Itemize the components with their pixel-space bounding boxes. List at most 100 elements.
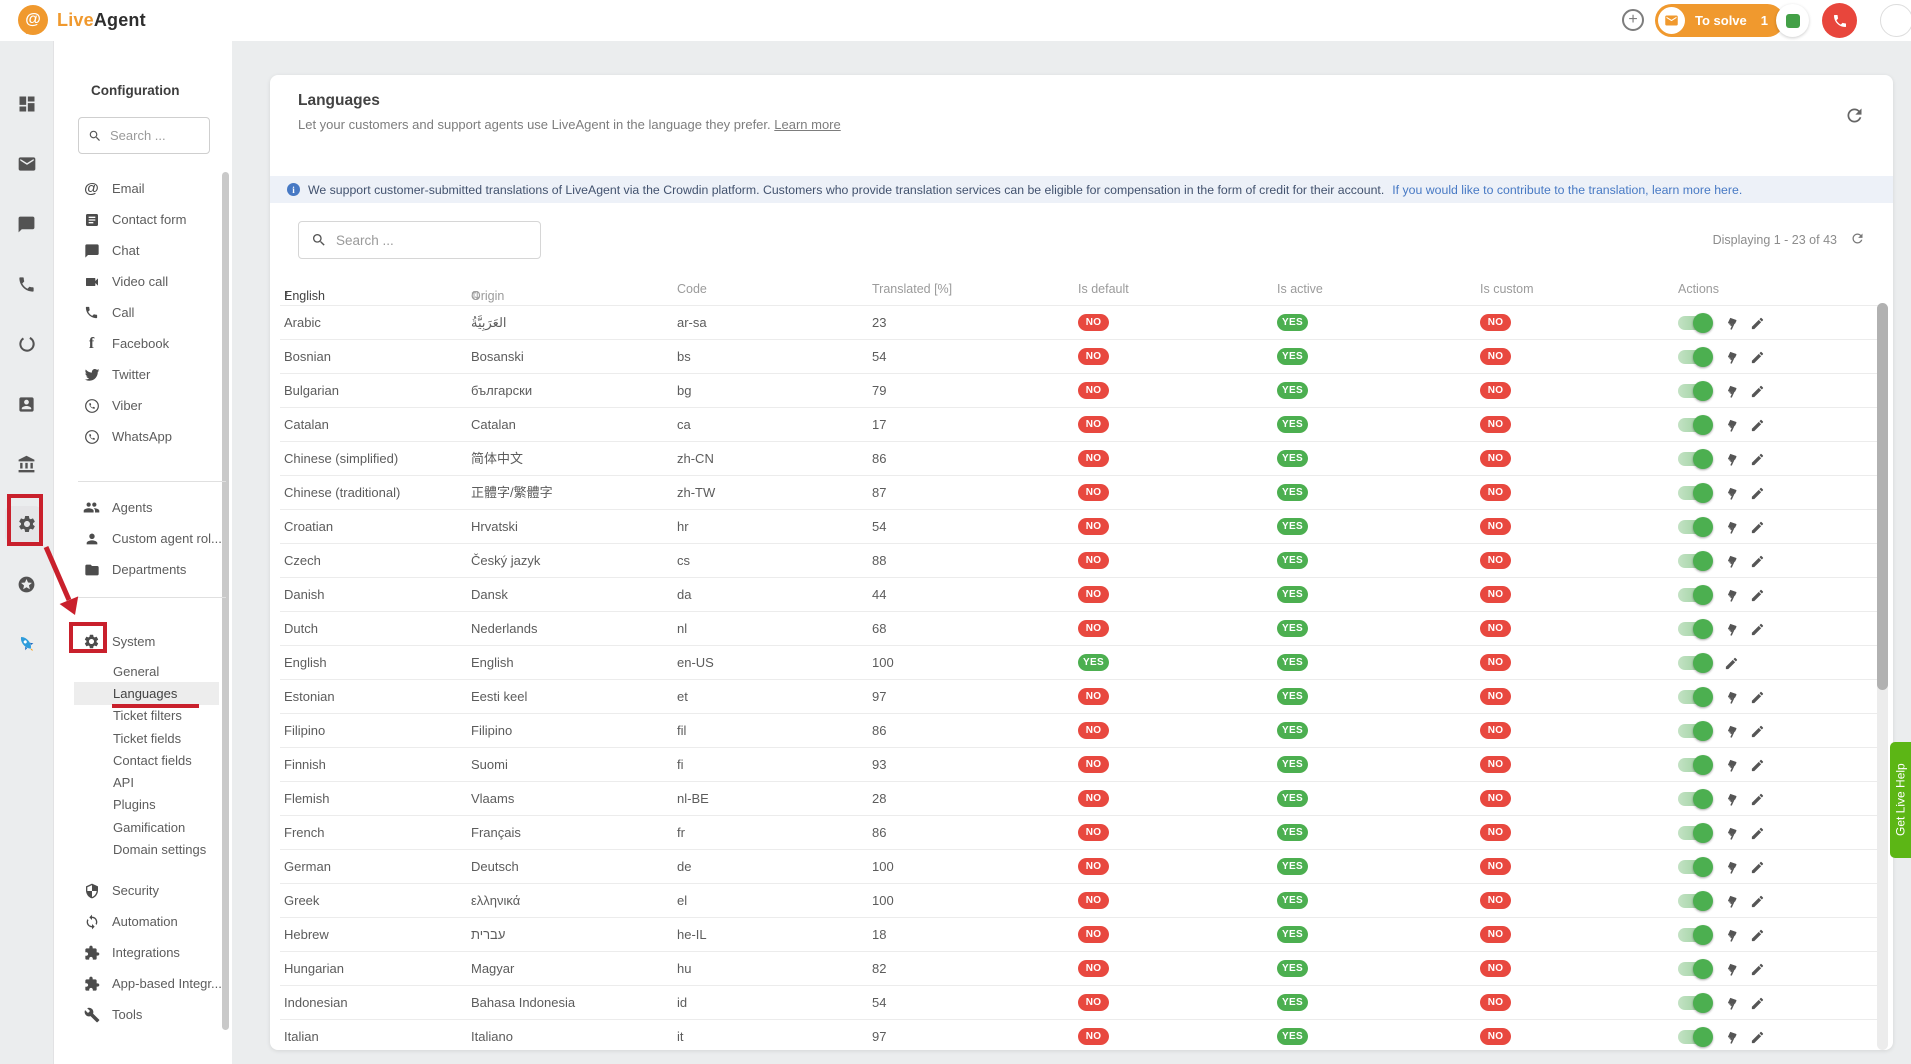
set-default-icon[interactable]: ☛ [1721,586,1740,605]
sidebar-item-contact-form[interactable]: Contact form [54,204,224,235]
chat-status-button[interactable] [1776,4,1809,37]
sidebar-item-twitter[interactable]: Twitter [54,359,224,390]
set-default-icon[interactable]: ☛ [1721,314,1740,333]
learn-more-link[interactable]: Learn more [774,117,840,132]
set-default-icon[interactable]: ☛ [1721,892,1740,911]
active-toggle[interactable] [1678,758,1711,772]
active-toggle[interactable] [1678,1030,1711,1044]
sidebar-item-automation[interactable]: Automation [54,906,224,937]
active-toggle[interactable] [1678,554,1711,568]
phone-icon[interactable] [0,273,53,295]
sidebar-item-agents[interactable]: Agents [54,492,224,523]
sidebar-subitem-api[interactable]: API [74,771,219,793]
sidebar-search[interactable] [78,117,210,154]
sidebar-item-email[interactable]: @Email [54,173,224,204]
dashboard-icon[interactable] [0,93,53,115]
edit-icon[interactable] [1750,452,1765,467]
sidebar-subitem-ticket-fields[interactable]: Ticket fields [74,727,219,749]
edit-icon[interactable] [1750,860,1765,875]
edit-icon[interactable] [1750,792,1765,807]
sidebar-item-video-call[interactable]: Video call [54,266,224,297]
set-default-icon[interactable]: ☛ [1721,484,1740,503]
sidebar-subitem-domain-settings[interactable]: Domain settings [74,838,219,860]
active-toggle[interactable] [1678,996,1711,1010]
phone-status-button[interactable] [1822,3,1857,38]
active-toggle[interactable] [1678,588,1711,602]
time-icon[interactable] [0,333,53,355]
active-toggle[interactable] [1678,826,1711,840]
settings-gear-icon[interactable] [0,513,53,535]
edit-icon[interactable] [1724,656,1739,671]
set-default-icon[interactable]: ☛ [1721,790,1740,809]
sidebar-item-departments[interactable]: Departments [54,554,224,585]
edit-icon[interactable] [1750,588,1765,603]
chat-icon[interactable] [0,213,53,235]
rocket-icon[interactable] [0,633,53,655]
set-default-icon[interactable]: ☛ [1721,382,1740,401]
sidebar-search-input[interactable] [110,128,200,143]
active-toggle[interactable] [1678,724,1711,738]
sidebar-item-call[interactable]: Call [54,297,224,328]
set-default-icon[interactable]: ☛ [1721,552,1740,571]
avatar[interactable] [1880,4,1911,37]
edit-icon[interactable] [1750,826,1765,841]
edit-icon[interactable] [1750,350,1765,365]
set-default-icon[interactable]: ☛ [1721,450,1740,469]
table-search[interactable] [298,221,541,259]
edit-icon[interactable] [1750,520,1765,535]
sidebar-item-facebook[interactable]: fFacebook [54,328,224,359]
edit-icon[interactable] [1750,1030,1765,1045]
active-toggle[interactable] [1678,384,1711,398]
sidebar-subitem-languages[interactable]: Languages [74,682,219,704]
edit-icon[interactable] [1750,486,1765,501]
bank-icon[interactable] [0,453,53,475]
get-live-help-tab[interactable]: Get Live Help [1890,742,1911,858]
active-toggle[interactable] [1678,656,1711,670]
sidebar-item-whatsapp[interactable]: WhatsApp [54,421,224,452]
edit-icon[interactable] [1750,894,1765,909]
active-toggle[interactable] [1678,350,1711,364]
active-toggle[interactable] [1678,486,1711,500]
edit-icon[interactable] [1750,724,1765,739]
active-toggle[interactable] [1678,894,1711,908]
sidebar-item-chat[interactable]: Chat [54,235,224,266]
active-toggle[interactable] [1678,520,1711,534]
sidebar-subitem-gamification[interactable]: Gamification [74,816,219,838]
edit-icon[interactable] [1750,758,1765,773]
edit-icon[interactable] [1750,384,1765,399]
set-default-icon[interactable]: ☛ [1721,518,1740,537]
sidebar-item-custom-agent-roles[interactable]: Custom agent rol... [54,523,224,554]
edit-icon[interactable] [1750,690,1765,705]
active-toggle[interactable] [1678,622,1711,636]
edit-icon[interactable] [1750,418,1765,433]
sidebar-subitem-general[interactable]: General [74,660,219,682]
edit-icon[interactable] [1750,996,1765,1011]
active-toggle[interactable] [1678,418,1711,432]
edit-icon[interactable] [1750,622,1765,637]
sidebar-subitem-contact-fields[interactable]: Contact fields [74,749,219,771]
set-default-icon[interactable]: ☛ [1721,960,1740,979]
banner-link[interactable]: If you would like to contribute to the t… [1392,183,1742,197]
active-toggle[interactable] [1678,316,1711,330]
sidebar-item-security[interactable]: Security [54,875,224,906]
active-toggle[interactable] [1678,962,1711,976]
set-default-icon[interactable]: ☛ [1721,348,1740,367]
active-toggle[interactable] [1678,928,1711,942]
active-toggle[interactable] [1678,690,1711,704]
liveagent-logo[interactable]: @ LiveAgent [18,5,146,35]
set-default-icon[interactable]: ☛ [1721,926,1740,945]
edit-icon[interactable] [1750,962,1765,977]
set-default-icon[interactable]: ☛ [1721,688,1740,707]
set-default-icon[interactable]: ☛ [1721,756,1740,775]
active-toggle[interactable] [1678,860,1711,874]
add-new-button[interactable]: + [1622,9,1644,31]
active-toggle[interactable] [1678,792,1711,806]
sidebar-item-app-based-integrations[interactable]: App-based Integr... [54,968,224,999]
sidebar-item-tools[interactable]: Tools [54,999,224,1030]
mail-icon[interactable] [0,153,53,175]
set-default-icon[interactable]: ☛ [1721,1028,1740,1047]
sidebar-item-viber[interactable]: Viber [54,390,224,421]
edit-icon[interactable] [1750,554,1765,569]
sidebar-subitem-plugins[interactable]: Plugins [74,794,219,816]
set-default-icon[interactable]: ☛ [1721,858,1740,877]
